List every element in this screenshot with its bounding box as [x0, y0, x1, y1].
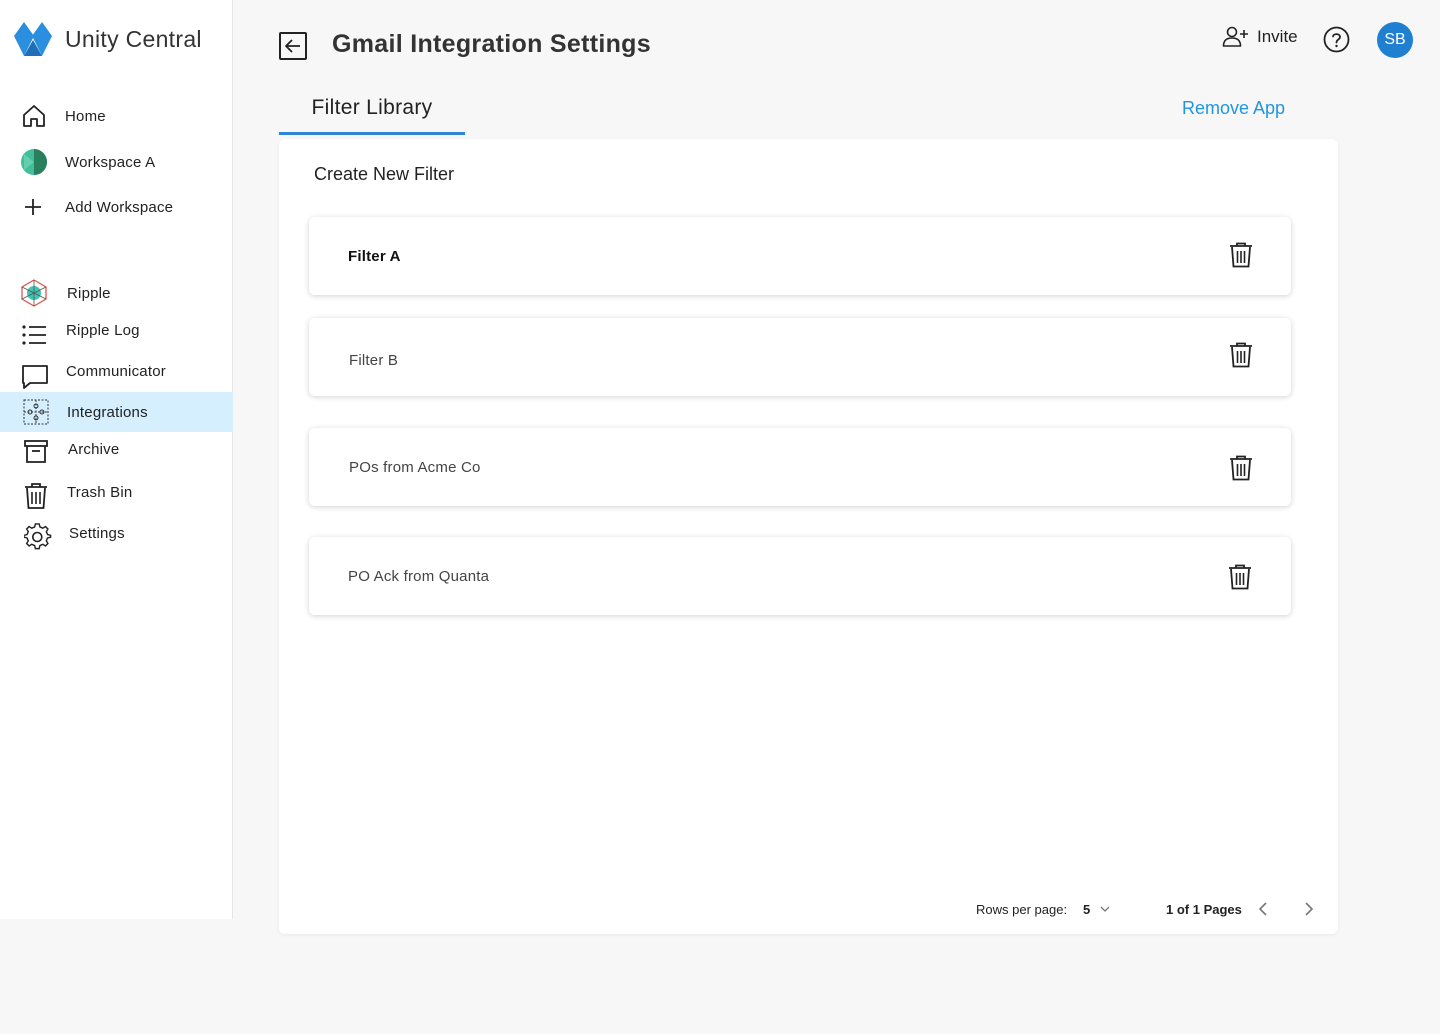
sidebar-item-settings[interactable]: Settings: [0, 513, 233, 553]
sidebar-item-communicator[interactable]: Communicator: [0, 351, 233, 391]
sidebar-item-label: Communicator: [66, 362, 166, 380]
sidebar-item-ripple-log[interactable]: Ripple Log: [0, 310, 233, 350]
filter-name: Filter A: [348, 248, 401, 265]
plus-icon: [19, 193, 47, 221]
filter-name: Filter B: [349, 352, 399, 369]
filter-item[interactable]: PO Ack from Quanta: [309, 537, 1291, 615]
help-icon[interactable]: [1323, 26, 1350, 53]
app-name: Unity Central: [65, 26, 202, 52]
chevron-down-icon[interactable]: [1098, 902, 1112, 916]
sidebar-item-label: Add Workspace: [65, 198, 174, 216]
trash-icon: [22, 482, 50, 510]
sidebar-item-trash-bin[interactable]: Trash Bin: [0, 472, 233, 512]
sidebar-item-integrations[interactable]: Integrations: [0, 392, 233, 432]
sidebar: Unity Central Home Workspace A Add Works…: [0, 0, 233, 919]
workspace-icon: [20, 148, 48, 176]
puzzle-icon: [22, 398, 50, 426]
sidebar-item-label: Trash Bin: [67, 483, 133, 501]
filter-item[interactable]: Filter B: [309, 318, 1291, 396]
gear-icon: [24, 523, 52, 551]
invite-label: Invite: [1257, 27, 1298, 46]
ripple-icon: [20, 279, 48, 307]
add-user-icon: [1222, 26, 1248, 47]
chat-icon: [21, 363, 49, 391]
sidebar-item-label: Home: [65, 107, 106, 125]
sidebar-item-label: Integrations: [67, 403, 148, 421]
sidebar-item-ripple[interactable]: Ripple: [0, 273, 233, 313]
home-icon: [20, 102, 48, 130]
sidebar-item-home[interactable]: Home: [0, 96, 233, 136]
arrow-left-icon: [285, 39, 300, 53]
chevron-right-icon[interactable]: [1299, 900, 1317, 918]
archive-icon: [22, 437, 50, 465]
trash-icon[interactable]: [1228, 564, 1252, 590]
sidebar-item-label: Archive: [68, 440, 120, 458]
avatar[interactable]: SB: [1377, 22, 1413, 58]
sidebar-item-workspace-a[interactable]: Workspace A: [0, 142, 233, 182]
tab-filter-library[interactable]: Filter Library: [279, 90, 465, 135]
invite-button[interactable]: Invite: [1222, 26, 1298, 48]
sidebar-item-label: Settings: [69, 524, 125, 542]
filter-item[interactable]: POs from Acme Co: [309, 428, 1291, 506]
trash-icon[interactable]: [1229, 455, 1253, 481]
create-new-filter-button[interactable]: Create New Filter: [314, 164, 454, 185]
back-button[interactable]: [279, 32, 307, 60]
list-icon: [20, 321, 48, 349]
rows-per-page-label: Rows per page:: [976, 902, 1068, 917]
sidebar-item-add-workspace[interactable]: Add Workspace: [0, 187, 233, 227]
page-title: Gmail Integration Settings: [332, 30, 651, 58]
trash-icon[interactable]: [1229, 242, 1253, 268]
sidebar-item-archive[interactable]: Archive: [0, 429, 233, 469]
filter-name: POs from Acme Co: [349, 459, 481, 476]
sidebar-item-label: Workspace A: [65, 153, 156, 171]
page-status: 1 of 1 Pages: [1166, 902, 1242, 917]
sidebar-item-label: Ripple: [67, 284, 111, 302]
tab-label: Filter Library: [311, 96, 433, 119]
sidebar-item-label: Ripple Log: [66, 321, 140, 339]
filter-name: PO Ack from Quanta: [348, 568, 490, 585]
logo-icon: [14, 22, 52, 56]
remove-app-link[interactable]: Remove App: [1182, 98, 1285, 119]
filter-item[interactable]: Filter A: [309, 217, 1291, 295]
chevron-left-icon[interactable]: [1255, 900, 1273, 918]
brand[interactable]: Unity Central: [14, 22, 202, 56]
trash-icon[interactable]: [1229, 342, 1253, 368]
rows-per-page-select[interactable]: 5: [1083, 902, 1090, 917]
